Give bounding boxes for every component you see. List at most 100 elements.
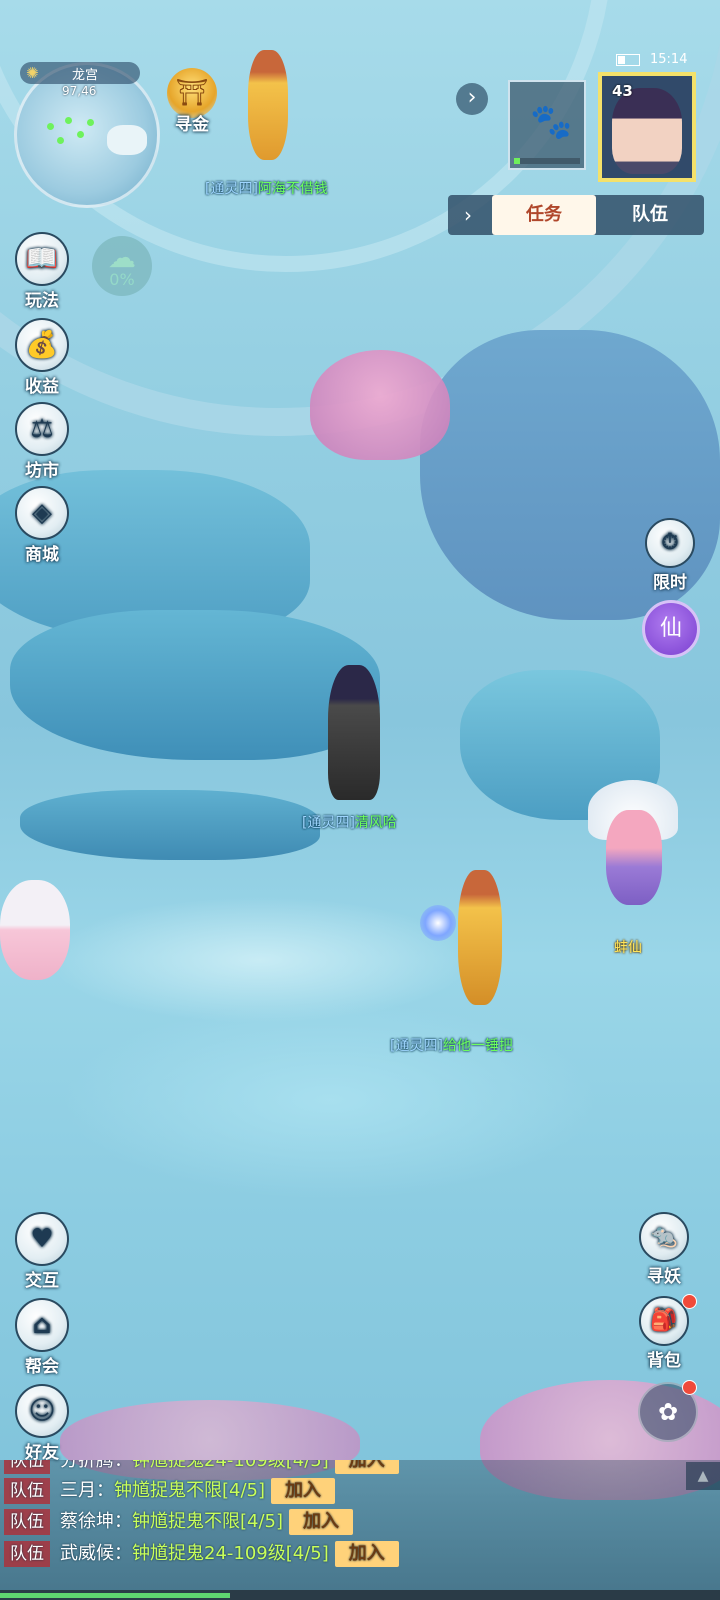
book-icon: 📖	[15, 232, 69, 286]
network-value: 0%	[109, 270, 135, 289]
experience-bar	[0, 1590, 720, 1600]
character-body	[606, 810, 662, 905]
location-coords: 97,46	[62, 84, 97, 98]
menu-income[interactable]: 💰 收益	[10, 318, 74, 397]
money-bag-icon: 💰	[15, 318, 69, 372]
message-text: 钟馗捉鬼24-109级[4/5]	[132, 1543, 329, 1564]
sender[interactable]: 蔡徐坤：	[60, 1511, 132, 1532]
skill-notification-dot	[682, 1380, 697, 1395]
button-label: 寻妖	[647, 1267, 681, 1287]
menu-market[interactable]: ⚖ 坊市	[10, 402, 74, 481]
tab-team[interactable]: 队伍	[598, 195, 702, 235]
channel-badge: 队伍	[4, 1478, 50, 1504]
join-button[interactable]: 加入	[289, 1509, 354, 1535]
guild-icon: ⌂	[15, 1298, 69, 1352]
message-text: 钟馗捉鬼不限[4/5]	[114, 1480, 266, 1501]
pet-slot[interactable]: 🐾	[508, 80, 586, 170]
chat-message: 队伍 分折腾：钟馗捉鬼24-109级[4/5] 加入	[0, 1460, 399, 1476]
sender[interactable]: 分折腾：	[60, 1460, 132, 1471]
tab-task[interactable]: 任务	[492, 195, 596, 235]
player-nametag-self: [通灵四]给他一锤把	[390, 1035, 513, 1055]
channel-badge: 队伍	[4, 1509, 50, 1535]
menu-interact[interactable]: ♥ 交互	[10, 1212, 74, 1291]
player-character-center[interactable]	[318, 665, 388, 805]
immortal-button[interactable]: 仙	[642, 600, 700, 658]
minimap-marker	[87, 119, 94, 126]
character-body	[248, 50, 288, 160]
find-monster-button[interactable]: 🐀 寻妖	[634, 1212, 694, 1287]
button-label: 限时	[653, 573, 687, 593]
chat-message: 队伍 三月：钟馗捉鬼不限[4/5] 加入	[0, 1476, 336, 1506]
minimap-marker	[57, 137, 64, 144]
menu-label: 帮会	[25, 1357, 59, 1377]
channel-badge: 队伍	[4, 1541, 50, 1567]
pet-companion[interactable]	[0, 880, 80, 990]
nametag-title: [通灵四]	[302, 815, 355, 831]
minimap-marker	[77, 131, 84, 138]
join-button[interactable]: 加入	[334, 1460, 399, 1474]
menu-label: 交互	[25, 1271, 59, 1291]
sender[interactable]: 武威候：	[60, 1543, 132, 1564]
character-body	[328, 665, 380, 800]
player-nametag-top: [通灵四]阿海不借钱	[205, 178, 328, 198]
minimap-marker	[65, 117, 72, 124]
player-character-self[interactable]	[420, 870, 530, 1010]
chat-message: 队伍 武威候：钟馗捉鬼24-109级[4/5] 加入	[0, 1539, 399, 1569]
treasure-label: 寻金	[175, 115, 209, 135]
shop-icon: ◈	[15, 486, 69, 540]
chat-message: 队伍 蔡徐坤：钟馗捉鬼不限[4/5] 加入	[0, 1507, 354, 1537]
friends-icon: ☺	[15, 1384, 69, 1438]
interact-icon: ♥	[15, 1212, 69, 1266]
paw-icon: 🐾	[530, 102, 573, 142]
nametag-title: [通灵四]	[390, 1038, 443, 1054]
join-button[interactable]: 加入	[271, 1478, 336, 1504]
task-team-panel: › 任务 队伍	[448, 195, 704, 235]
message-text: 钟馗捉鬼24-109级[4/5]	[132, 1460, 329, 1471]
treasure-button[interactable]: ⛩ 寻金	[162, 68, 222, 138]
player-nametag-center: [通灵四]清风哈	[302, 812, 397, 832]
minimap-island	[107, 125, 147, 155]
monster-icon: 🐀	[639, 1212, 689, 1262]
nametag-name: 清风哈	[354, 815, 397, 831]
chat-panel[interactable]: 队伍 分折腾：钟馗捉鬼24-109级[4/5] 加入 队伍 三月：钟馗捉鬼不限[4/5…	[0, 1460, 720, 1590]
clock: 15:14	[650, 52, 688, 67]
nametag-title: [通灵四]	[205, 181, 258, 197]
pet-body	[0, 880, 70, 980]
stopwatch-icon: ⏱	[645, 518, 695, 568]
player-level: 43	[612, 82, 633, 100]
player-character-top[interactable]	[228, 40, 308, 170]
network-indicator: ☁ 0%	[92, 236, 152, 296]
menu-friends[interactable]: ☺ 好友	[10, 1384, 74, 1463]
limited-time-button[interactable]: ⏱ 限时	[640, 518, 700, 593]
menu-label: 商城	[25, 545, 59, 565]
pink-coral	[310, 350, 450, 460]
nametag-name: 阿海不借钱	[257, 181, 328, 197]
rock-left-low	[20, 790, 320, 860]
npc-name-label: 蚌仙	[614, 940, 642, 956]
location-label: ✺ 龙宫	[20, 62, 140, 84]
avatar	[612, 88, 682, 174]
npc-clam-fairy[interactable]	[588, 780, 678, 910]
menu-play[interactable]: 📖 玩法	[10, 232, 74, 311]
join-button[interactable]: 加入	[334, 1541, 399, 1567]
menu-shop[interactable]: ◈ 商城	[10, 486, 74, 565]
scale-icon: ⚖	[15, 402, 69, 456]
battery-icon	[616, 53, 640, 66]
menu-label: 玩法	[25, 291, 59, 311]
expand-arrow-button[interactable]: ›	[456, 83, 488, 115]
minimap-marker	[47, 123, 54, 130]
sender[interactable]: 三月：	[60, 1480, 114, 1501]
nametag-name: 给他一锤把	[442, 1038, 513, 1054]
pet-hp-bar	[514, 158, 580, 164]
menu-label: 收益	[25, 377, 59, 397]
collapse-panel-button[interactable]: ›	[454, 201, 482, 229]
sun-icon: ✺	[26, 64, 39, 82]
location-name: 龙宫	[72, 68, 99, 83]
backpack-notification-dot	[682, 1294, 697, 1309]
message-text: 钟馗捉鬼不限[4/5]	[132, 1511, 284, 1532]
menu-label: 坊市	[25, 461, 59, 481]
character-body	[458, 870, 502, 1005]
menu-guild[interactable]: ⌂ 帮会	[10, 1298, 74, 1377]
channel-badge: 队伍	[4, 1460, 50, 1474]
button-label: 背包	[647, 1351, 681, 1371]
